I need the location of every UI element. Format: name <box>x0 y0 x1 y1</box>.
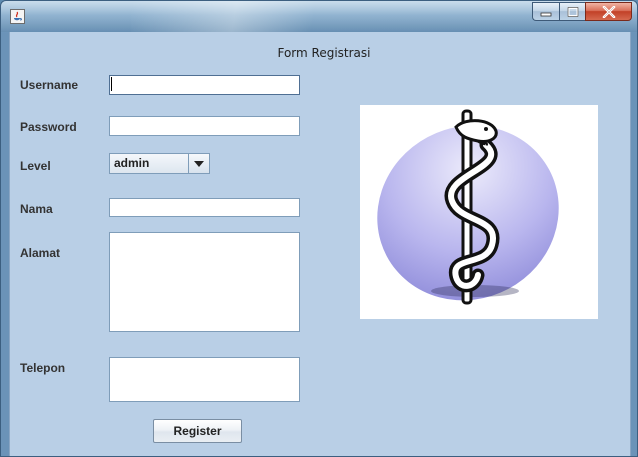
chevron-down-icon <box>194 160 204 167</box>
level-label: Level <box>20 159 51 173</box>
level-selected-value: admin <box>114 156 150 170</box>
window-controls <box>532 2 632 21</box>
close-icon <box>602 5 615 18</box>
minimize-icon <box>540 12 552 16</box>
minimize-button[interactable] <box>532 2 559 21</box>
nama-label: Nama <box>20 202 53 216</box>
application-window: Form Registrasi Username Password Level … <box>0 0 638 457</box>
java-app-icon[interactable] <box>10 9 25 24</box>
password-input[interactable] <box>109 116 300 136</box>
combo-dropdown-button[interactable] <box>188 154 209 173</box>
logo-image <box>360 105 598 319</box>
maximize-icon <box>567 6 578 17</box>
rod-of-asclepius-icon <box>377 109 559 305</box>
telepon-label: Telepon <box>20 361 66 375</box>
level-combobox[interactable]: admin <box>109 153 210 174</box>
close-button[interactable] <box>585 2 632 21</box>
title-bar[interactable] <box>1 1 637 32</box>
username-input[interactable] <box>109 75 300 95</box>
maximize-button[interactable] <box>559 2 585 21</box>
nama-input[interactable] <box>109 198 300 217</box>
password-label: Password <box>20 120 77 134</box>
alamat-label: Alamat <box>20 246 61 260</box>
form-title: Form Registrasi <box>277 46 371 60</box>
telepon-textarea[interactable] <box>109 357 300 402</box>
text-caret <box>111 77 112 91</box>
register-button[interactable]: Register <box>153 419 242 443</box>
alamat-textarea[interactable] <box>109 232 300 332</box>
form-panel: Form Registrasi Username Password Level … <box>9 32 631 456</box>
username-label: Username <box>20 78 79 92</box>
